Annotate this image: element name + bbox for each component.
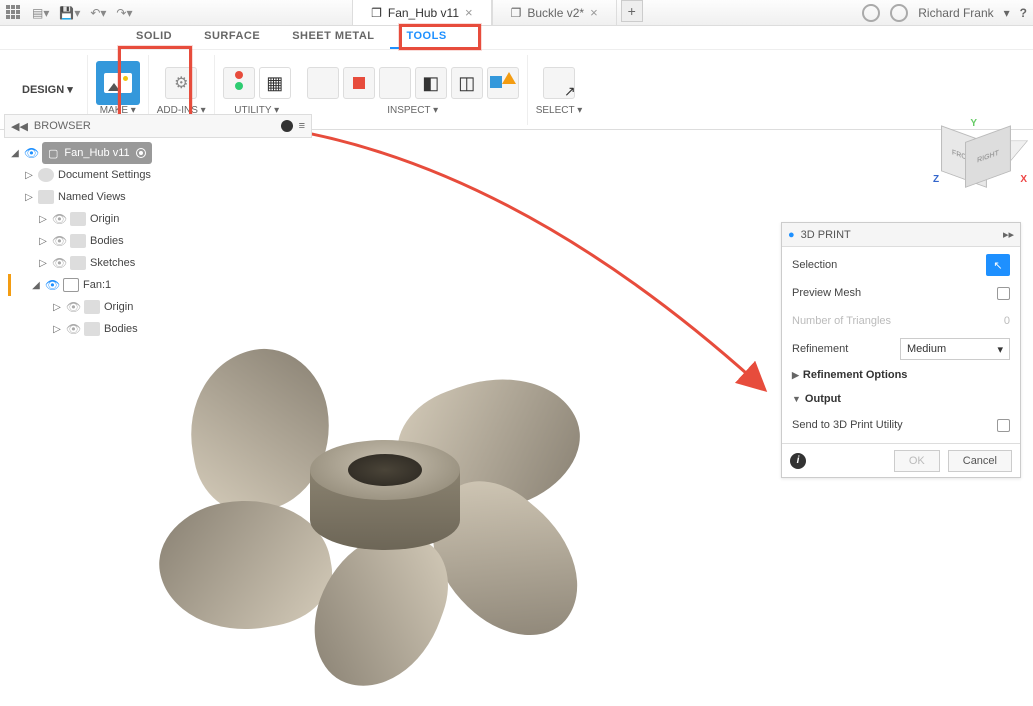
triangles-value: 0 [1004, 315, 1010, 327]
expand-icon[interactable]: ▸▸ [1003, 228, 1014, 241]
eye-icon[interactable]: 👁 [24, 146, 38, 160]
curvature-icon[interactable] [379, 67, 411, 99]
send-to-utility-label: Send to 3D Print Utility [792, 419, 997, 431]
refinement-options-section[interactable]: Refinement Options [782, 363, 1020, 387]
panel-title: 3D PRINT [801, 229, 851, 241]
send-to-utility-checkbox[interactable] [997, 419, 1010, 432]
tree-row[interactable]: ▷👁Bodies [4, 318, 312, 340]
workspace-switcher[interactable]: DESIGN ▾ [8, 60, 87, 120]
ribbon-tab-sheetmetal[interactable]: SHEET METAL [276, 26, 390, 49]
ribbon-group-select: SELECT ▾ [527, 55, 591, 125]
bullet-icon: ● [788, 229, 795, 241]
browser-title: BROWSER [34, 120, 91, 132]
close-icon[interactable]: × [465, 5, 473, 20]
new-tab-button[interactable]: + [621, 0, 643, 22]
user-menu-caret[interactable]: ▾ [1004, 6, 1010, 20]
tree-row[interactable]: ▷Named Views [4, 186, 312, 208]
utility-icon-2[interactable]: ▦ [259, 67, 291, 99]
eye-icon[interactable]: 👁 [52, 234, 66, 248]
tree-row[interactable]: ◢👁Fan:1 [8, 274, 312, 296]
folder-icon [70, 234, 86, 248]
triangles-label: Number of Triangles [792, 315, 1004, 327]
make-3dprint-icon[interactable] [96, 61, 140, 105]
ok-button[interactable]: OK [894, 450, 940, 472]
browser-settings-icon[interactable] [281, 120, 293, 132]
cube-icon: ❐ [371, 6, 382, 20]
tree-row[interactable]: ▷👁Sketches [4, 252, 312, 274]
eye-icon[interactable]: 👁 [66, 322, 80, 336]
gear-icon [38, 168, 54, 182]
tree-row[interactable]: ▷👁Origin [4, 296, 312, 318]
section-icon[interactable]: ◫ [451, 67, 483, 99]
zebra-icon[interactable]: ◧ [415, 67, 447, 99]
info-icon[interactable]: i [790, 453, 806, 469]
tree-row[interactable]: ▷👁Origin [4, 208, 312, 230]
eye-icon[interactable]: 👁 [45, 278, 59, 292]
ribbon-tab-surface[interactable]: SURFACE [188, 26, 276, 49]
panel-header[interactable]: ● 3D PRINT ▸▸ [782, 223, 1020, 247]
tree-root-label: Fan_Hub v11 [64, 147, 129, 159]
activate-radio[interactable] [136, 148, 146, 158]
eye-icon[interactable]: 👁 [66, 300, 80, 314]
utility-icon-1[interactable] [223, 67, 255, 99]
document-tab[interactable]: ❐ Fan_Hub v11 × [352, 0, 492, 25]
folder-icon [70, 256, 86, 270]
browser-menu-icon[interactable]: ≡ [299, 120, 305, 132]
component-icon: ▢ [48, 147, 58, 160]
viewcube[interactable]: Y X Z TOP FRONT RIGHT [941, 130, 1021, 210]
save-icon[interactable]: 💾▾ [59, 6, 80, 20]
tree-root-row[interactable]: ◢ 👁 ▢ Fan_Hub v11 [4, 142, 312, 164]
document-tab-title: Buckle v2* [527, 6, 584, 20]
interference-icon[interactable] [343, 67, 375, 99]
output-section[interactable]: Output [782, 387, 1020, 411]
preview-mesh-label: Preview Mesh [792, 287, 997, 299]
select-icon[interactable] [543, 67, 575, 99]
job-status-icon[interactable] [890, 4, 908, 22]
close-icon[interactable]: × [590, 5, 598, 20]
dialog-3d-print: ● 3D PRINT ▸▸ Selection ↖ Preview Mesh N… [781, 222, 1021, 478]
redo-icon[interactable]: ↷▾ [116, 6, 132, 20]
help-icon[interactable]: ? [1020, 6, 1027, 20]
selection-picker-button[interactable]: ↖ [986, 254, 1010, 276]
eye-icon[interactable]: 👁 [52, 212, 66, 226]
undo-icon[interactable]: ↶▾ [90, 6, 106, 20]
fan-hub [310, 440, 460, 550]
document-tab[interactable]: ❐ Buckle v2* × [492, 0, 617, 25]
cube-icon: ❐ [511, 6, 522, 20]
folder-icon [70, 212, 86, 226]
cancel-button[interactable]: Cancel [948, 450, 1012, 472]
selection-label: Selection [792, 259, 986, 271]
preview-mesh-checkbox[interactable] [997, 287, 1010, 300]
component-icon [63, 278, 79, 292]
viewport-3d-model[interactable] [120, 340, 600, 660]
notification-icon[interactable] [862, 4, 880, 22]
app-grid-icon[interactable] [6, 5, 22, 21]
ribbon-tab-solid[interactable]: SOLID [120, 26, 188, 49]
file-icon[interactable]: ▤▾ [32, 6, 49, 20]
center-of-mass-icon[interactable] [487, 67, 519, 99]
addins-icon[interactable] [165, 67, 197, 99]
folder-icon [84, 322, 100, 336]
folder-icon [84, 300, 100, 314]
measure-icon[interactable] [307, 67, 339, 99]
browser-header[interactable]: ◀◀ BROWSER ≡ [4, 114, 312, 138]
username[interactable]: Richard Frank [918, 6, 993, 20]
refinement-dropdown[interactable]: Medium▾ [900, 338, 1010, 360]
folder-icon [38, 190, 54, 204]
refinement-label: Refinement [792, 343, 900, 355]
collapse-icon[interactable]: ◀◀ [11, 120, 28, 133]
tree-row[interactable]: ▷Document Settings [4, 164, 312, 186]
document-tab-title: Fan_Hub v11 [388, 6, 459, 20]
eye-icon[interactable]: 👁 [52, 256, 66, 270]
tree-row[interactable]: ▷👁Bodies [4, 230, 312, 252]
ribbon-tab-tools[interactable]: TOOLS [390, 26, 462, 49]
